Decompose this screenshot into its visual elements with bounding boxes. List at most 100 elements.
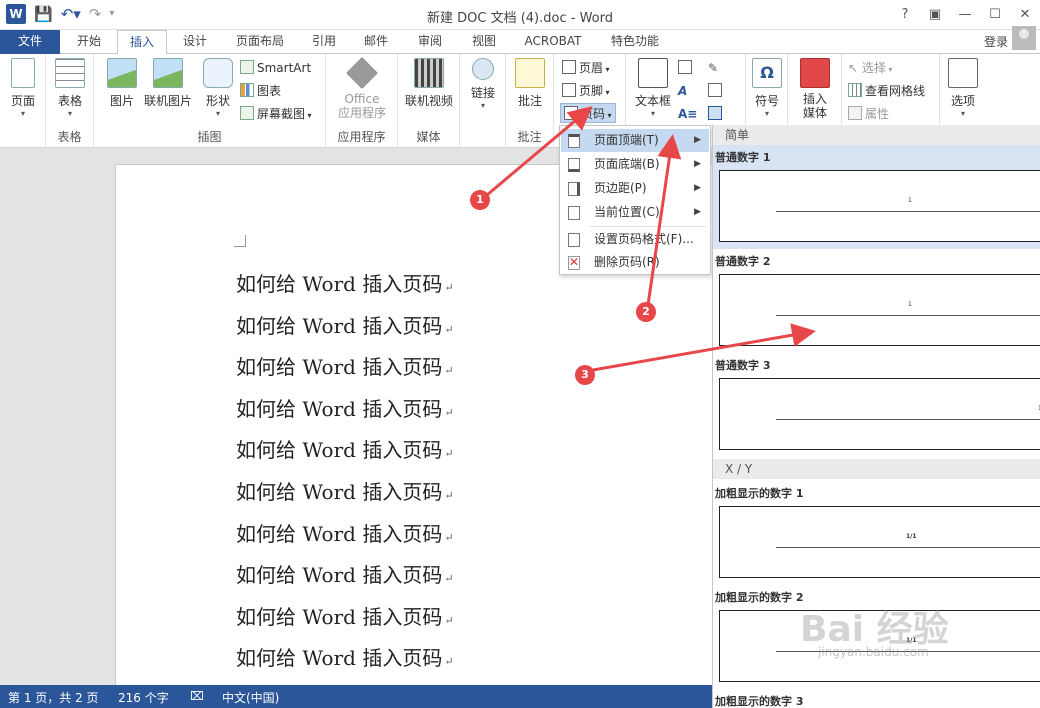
tab-special-features[interactable]: 特色功能 <box>600 30 670 54</box>
document-line[interactable]: 如何给 Word 插入页码 ↵ <box>236 268 454 297</box>
baidu-watermark-url: jingyan.baidu.com <box>818 645 929 659</box>
sign-in-link[interactable]: 登录 <box>984 33 1008 50</box>
group-label-comments: 批注 <box>517 130 542 144</box>
tab-page-layout[interactable]: 页面布局 <box>226 30 294 54</box>
gallery-item-title: 普通数字 3 <box>715 359 771 372</box>
menu-item-remove-page-numbers[interactable]: ✕ 删除页码(R) <box>561 251 709 274</box>
link-button[interactable]: 链接 ▾ <box>463 58 503 111</box>
tab-view[interactable]: 视图 <box>462 30 506 54</box>
footer-button[interactable]: 页脚 ▾ <box>562 81 610 101</box>
help-button[interactable]: ? <box>890 0 920 30</box>
menu-item-page-margins[interactable]: 页边距(P) ▶ <box>561 177 709 200</box>
online-picture-button[interactable]: 联机图片 <box>142 58 194 109</box>
gallery-item-plain-number-1[interactable]: 1 <box>719 170 1040 242</box>
header-button[interactable]: 页眉 ▾ <box>562 58 610 78</box>
proofing-icon[interactable]: ⌧ <box>190 689 204 703</box>
document-line[interactable]: 如何给 Word 插入页码 ↵ <box>236 393 454 422</box>
header-label: 页眉 <box>579 61 604 75</box>
group-pages: 页面 ▾ <box>0 54 46 148</box>
gallery-item-bold-number-1[interactable]: 1/1 <box>719 506 1040 578</box>
thumb-header-line <box>776 315 1040 316</box>
paragraph-mark-icon: ↵ <box>444 405 454 419</box>
tab-acrobat[interactable]: ACROBAT <box>516 30 590 54</box>
properties-button[interactable]: 属性 <box>848 104 889 124</box>
avatar[interactable] <box>1012 26 1036 50</box>
paragraph-mark-icon: ↵ <box>444 655 454 669</box>
chevron-down-icon: ▾ <box>764 109 769 118</box>
thumb-header-line <box>776 547 1040 548</box>
signature-line-button[interactable]: ✎ <box>708 58 718 78</box>
chart-button[interactable]: 图表 <box>240 81 281 101</box>
tab-mailings[interactable]: 邮件 <box>354 30 398 54</box>
page-number-label: 页码 <box>581 107 606 121</box>
menu-item-format-page-numbers[interactable]: 设置页码格式(F)... <box>561 228 709 251</box>
gallery-item-plain-number-2[interactable]: 1 <box>719 274 1040 346</box>
options-button[interactable]: 选项 ▾ <box>943 58 983 119</box>
ribbon-display-options-button[interactable]: ▣ <box>920 0 950 30</box>
tab-file[interactable]: 文件 <box>0 30 60 54</box>
paragraph-mark-icon: ↵ <box>444 322 454 336</box>
picture-button[interactable]: 图片 <box>102 58 142 109</box>
page-number-button[interactable]: 页码 ▾ <box>560 103 616 123</box>
document-line[interactable]: 如何给 Word 插入页码 ↵ <box>236 601 454 630</box>
gallery-item-title: 普通数字 1 <box>715 151 771 164</box>
document-line[interactable]: 如何给 Word 插入页码 ↵ <box>236 518 454 547</box>
gallery-section-xy: X / Y <box>713 459 1040 479</box>
tab-references[interactable]: 引用 <box>302 30 346 54</box>
thumb-header-line <box>776 211 1040 212</box>
chevron-right-icon: ▶ <box>694 183 701 193</box>
status-word-count[interactable]: 216 个字 <box>118 689 169 706</box>
maximize-button[interactable]: ☐ <box>980 0 1010 30</box>
tab-review[interactable]: 审阅 <box>408 30 452 54</box>
pages-button[interactable]: 页面 ▾ <box>3 58 43 119</box>
status-language[interactable]: 中文(中国) <box>222 689 279 706</box>
table-button[interactable]: 表格 ▾ <box>50 58 90 119</box>
current-position-icon <box>568 206 580 220</box>
comment-button[interactable]: 批注 <box>510 58 550 109</box>
gallery-item-plain-number-3[interactable]: 1 <box>719 378 1040 450</box>
chevron-down-icon: ▾ <box>480 101 485 110</box>
insert-media-button[interactable]: 插入 媒体 <box>795 58 835 120</box>
smartart-button[interactable]: SmartArt <box>240 58 311 78</box>
gallery-item-title: 普通数字 2 <box>715 255 771 268</box>
tab-home[interactable]: 开始 <box>64 30 114 54</box>
chevron-right-icon: ▶ <box>694 207 701 217</box>
menu-item-label: 当前位置(C) <box>594 205 660 219</box>
document-line[interactable]: 如何给 Word 插入页码 ↵ <box>236 642 454 671</box>
document-line-text: 如何给 Word 插入页码 <box>236 272 443 296</box>
online-video-button[interactable]: 联机视频 <box>402 58 456 109</box>
minimize-button[interactable]: — <box>950 0 980 30</box>
omega-icon: Ω <box>752 58 782 88</box>
document-line[interactable]: 如何给 Word 插入页码 ↵ <box>236 351 454 380</box>
view-gridlines-button[interactable]: 查看网格线 <box>848 81 925 101</box>
status-page-count[interactable]: 第 1 页，共 2 页 <box>8 689 99 706</box>
textbox-button[interactable]: 文本框 ▾ <box>630 58 676 119</box>
document-line[interactable]: 如何给 Word 插入页码 ↵ <box>236 559 454 588</box>
screenshot-button[interactable]: 屏幕截图 ▾ <box>240 104 312 124</box>
symbol-button[interactable]: Ω 符号 ▾ <box>747 58 787 119</box>
comment-icon <box>515 58 545 88</box>
document-line[interactable]: 如何给 Word 插入页码 ↵ <box>236 434 454 463</box>
date-time-button[interactable] <box>708 81 725 101</box>
table-icon <box>55 58 85 88</box>
menu-item-top-of-page[interactable]: 页面顶端(T) ▶ <box>561 129 709 152</box>
select-button[interactable]: ↖ 选择 ▾ <box>848 58 892 78</box>
chevron-down-icon: ▾ <box>960 109 965 118</box>
menu-item-label: 设置页码格式(F)... <box>594 232 694 246</box>
gallery-item-title: 加粗显示的数字 2 <box>715 591 804 604</box>
object-button[interactable] <box>708 104 725 124</box>
paragraph-mark-icon: ↵ <box>444 489 454 502</box>
document-line[interactable]: 如何给 Word 插入页码 ↵ <box>236 310 454 339</box>
smartart-label: SmartArt <box>257 61 312 75</box>
office-apps-button[interactable]: Office 应用程序 <box>334 57 390 120</box>
document-line[interactable]: 如何给 Word 插入页码 ↵ <box>236 476 454 505</box>
gallery-section-simple: 简单 <box>713 125 1040 145</box>
drop-cap-button[interactable]: A≡ <box>678 104 697 124</box>
tab-design[interactable]: 设计 <box>170 30 220 54</box>
wordart-button[interactable]: A <box>678 81 687 101</box>
tab-insert[interactable]: 插入 <box>117 30 167 55</box>
menu-item-current-position[interactable]: 当前位置(C) ▶ <box>561 201 709 224</box>
quick-parts-button[interactable] <box>678 58 695 78</box>
menu-item-bottom-of-page[interactable]: 页面底端(B) ▶ <box>561 153 709 176</box>
shapes-button[interactable]: 形状 ▾ <box>198 58 238 119</box>
